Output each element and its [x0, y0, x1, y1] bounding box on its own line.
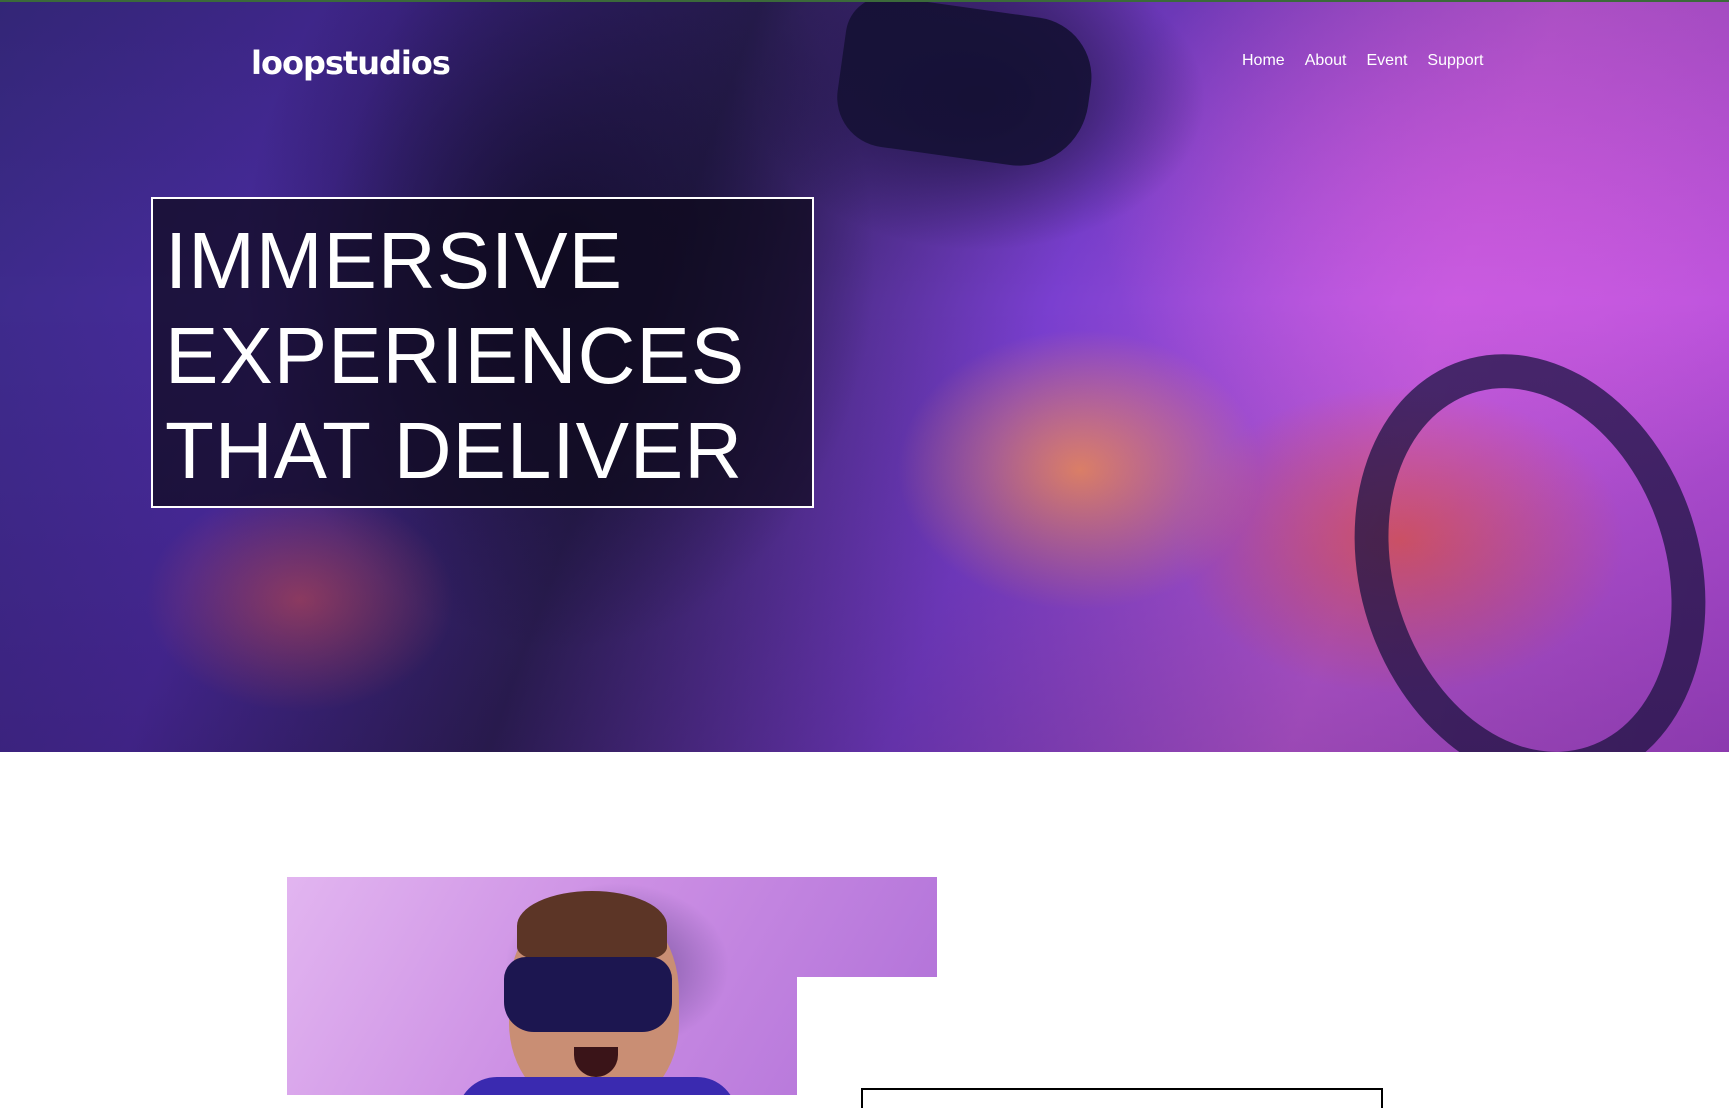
- logo[interactable]: loopstudios: [251, 44, 451, 82]
- person-shirt-shape: [457, 1077, 737, 1095]
- nav-about-link[interactable]: About: [1305, 52, 1347, 70]
- hero-headline-line-3: THAT DELIVER: [165, 406, 744, 495]
- vr-headset-shape: [504, 957, 672, 1032]
- nav-home-link[interactable]: Home: [1242, 52, 1285, 70]
- top-accent-line: [0, 0, 1729, 2]
- hero-headline-line-1: IMMERSIVE: [165, 216, 623, 305]
- nav-event-link[interactable]: Event: [1367, 52, 1408, 70]
- nav-support-link[interactable]: Support: [1427, 52, 1483, 70]
- person-hair-shape: [517, 891, 667, 961]
- image-corner-cutout: [797, 977, 937, 1095]
- hero-headline-box: IMMERSIVE EXPERIENCES THAT DELIVER: [151, 197, 814, 508]
- content-card-outline: [861, 1088, 1383, 1108]
- main-nav: Home About Event Support: [1242, 52, 1483, 70]
- hero-headline-line-2: EXPERIENCES: [165, 311, 746, 400]
